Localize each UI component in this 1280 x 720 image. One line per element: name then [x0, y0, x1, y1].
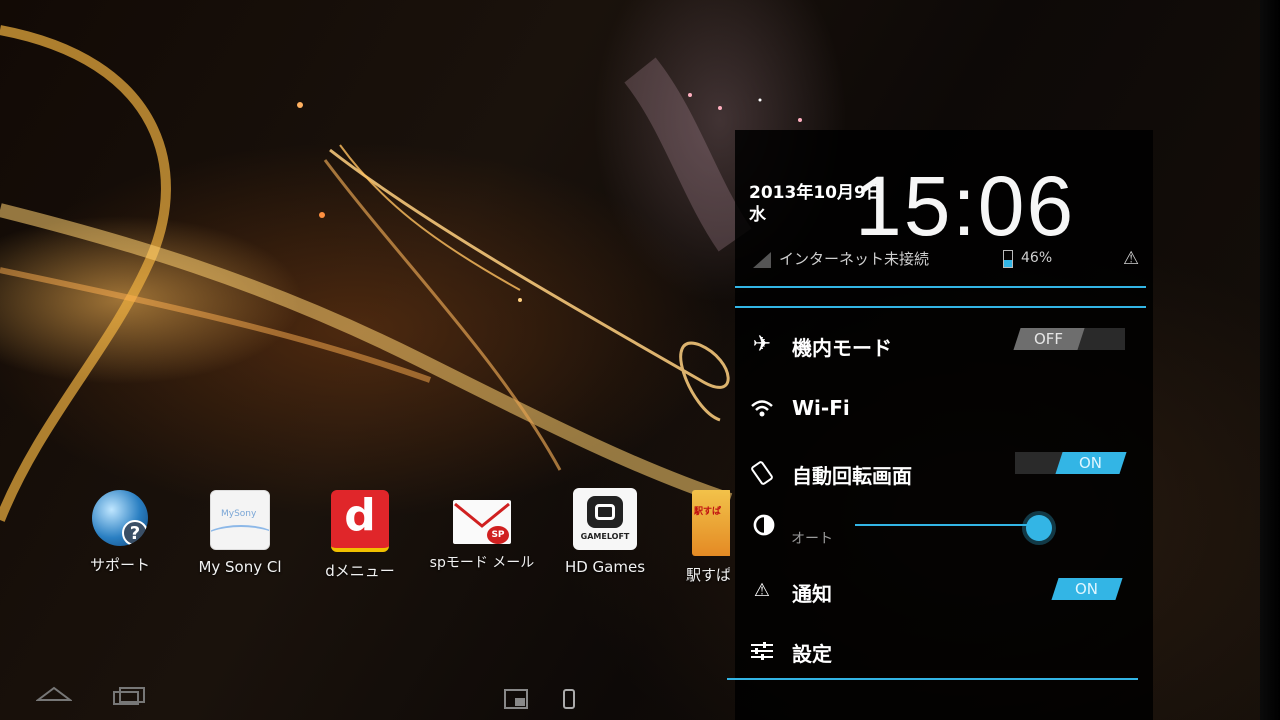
- clock-time: 15:06: [855, 159, 1076, 253]
- toggle-state: ON: [1075, 580, 1099, 598]
- notifications-row[interactable]: ⚠ 通知 ON: [735, 566, 1153, 622]
- airplane-mode-label: 機内モード: [792, 336, 892, 360]
- notifications-label: 通知: [792, 582, 832, 606]
- battery-percent: 46%: [1021, 250, 1053, 266]
- app-support[interactable]: ? サポート: [60, 480, 180, 590]
- wifi-icon: [751, 400, 773, 417]
- airplane-icon: ✈: [752, 332, 772, 357]
- airplane-mode-toggle[interactable]: OFF: [1013, 328, 1085, 350]
- screen-bezel: [1260, 0, 1280, 720]
- small-apps-icon[interactable]: [503, 688, 529, 710]
- rotate-screen-icon: [751, 461, 773, 485]
- notifications-toggle[interactable]: ON: [1051, 578, 1123, 600]
- support-globe-icon: ?: [92, 490, 148, 546]
- app-label: サポート: [89, 556, 150, 574]
- app-label: 駅すぱ: [686, 566, 730, 584]
- network-status: インターネット未接続: [779, 250, 930, 268]
- settings-row[interactable]: 設定: [735, 626, 1153, 682]
- divider-second: [735, 306, 1146, 308]
- gameloft-icon: GAMELOFT: [573, 488, 637, 550]
- brightness-slider-track[interactable]: [855, 524, 1039, 526]
- dmenu-icon: d: [331, 490, 389, 552]
- app-sp-mode-mail[interactable]: SP spモード メール: [422, 480, 542, 590]
- notifications-icon: ⚠: [753, 580, 771, 601]
- navigation-bar: [0, 680, 1260, 720]
- mysony-icon: MySony: [210, 490, 270, 550]
- wifi-row[interactable]: Wi-Fi: [735, 384, 1153, 440]
- brightness-icon: [753, 514, 775, 536]
- home-icon[interactable]: [36, 684, 72, 704]
- brightness-auto-label[interactable]: オート: [791, 528, 833, 548]
- signal-icon: [753, 252, 771, 268]
- divider-top: [735, 286, 1146, 288]
- dmenu-tile-text: d: [344, 490, 376, 541]
- recent-apps-icon[interactable]: [112, 686, 148, 706]
- toggle-state: OFF: [1034, 330, 1064, 348]
- gameloft-tile-text: GAMELOFT: [580, 532, 630, 541]
- mail-envelope-icon: SP: [453, 500, 511, 544]
- auto-rotate-toggle[interactable]: ON: [1055, 452, 1127, 474]
- auto-rotate-row[interactable]: 自動回転画面 ON: [735, 448, 1153, 504]
- toggle-state: ON: [1079, 454, 1103, 472]
- mysony-tile-text: MySony: [221, 509, 257, 519]
- app-label: dメニュー: [325, 562, 395, 580]
- app-hd-games[interactable]: GAMELOFT HD Games: [545, 480, 665, 590]
- app-shortcut-row: ? サポート MySony My Sony Cl d dメニュー SP spモー…: [0, 480, 740, 590]
- ekispert-tile-text: 駅すぱ: [694, 507, 722, 517]
- airplane-mode-row[interactable]: ✈ 機内モード OFF: [735, 320, 1153, 376]
- app-ekispert[interactable]: 駅すぱ 駅すぱ: [650, 480, 730, 590]
- app-label: My Sony Cl: [198, 558, 282, 576]
- ekispert-icon: 駅すぱ: [692, 490, 730, 556]
- phone-status-icon: [563, 689, 575, 709]
- brightness-slider-thumb[interactable]: [1026, 515, 1052, 541]
- app-my-sony-club[interactable]: MySony My Sony Cl: [180, 480, 300, 590]
- settings-label: 設定: [792, 642, 832, 666]
- settings-sliders-icon: [751, 642, 773, 660]
- sp-badge: SP: [487, 526, 509, 544]
- quick-settings-panel: 2013年10月9日 水 15:06 インターネット未接続 46% ⚠ ✈ 機内…: [727, 130, 1153, 720]
- status-row: インターネット未接続 46% ⚠: [753, 248, 1148, 274]
- app-label: HD Games: [564, 558, 646, 576]
- auto-rotate-label: 自動回転画面: [792, 464, 912, 488]
- notification-settings-icon[interactable]: ⚠: [1123, 248, 1139, 269]
- app-label: spモード メール: [429, 555, 535, 571]
- battery-icon: [1003, 250, 1013, 268]
- wifi-label: Wi-Fi: [792, 396, 850, 420]
- app-d-menu[interactable]: d dメニュー: [300, 480, 420, 590]
